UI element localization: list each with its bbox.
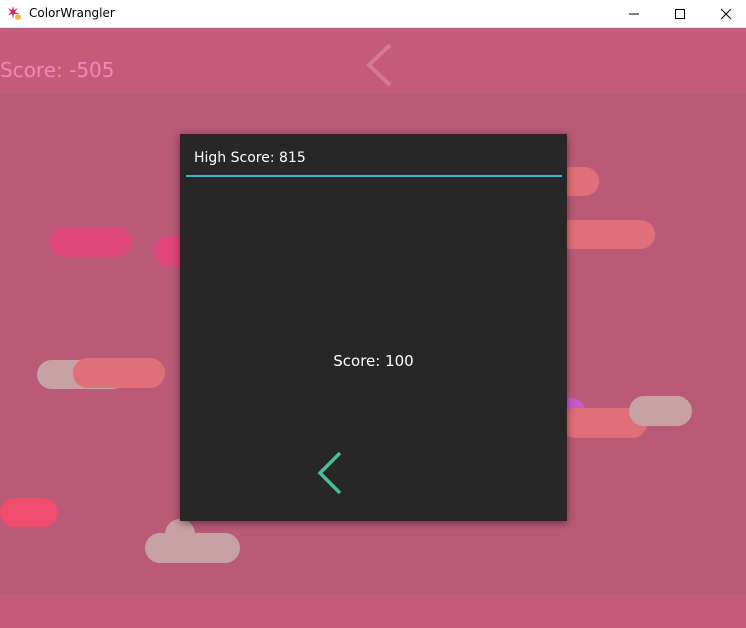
close-button[interactable] (703, 0, 746, 28)
minimize-button[interactable] (611, 0, 657, 28)
close-icon (720, 8, 732, 20)
title-divider (186, 175, 562, 177)
game-over-dialog: High Score: 815 Score: 100 (180, 134, 567, 521)
color-blob[interactable] (0, 498, 58, 527)
final-score: Score: 100 (333, 352, 414, 370)
maximize-button[interactable] (657, 0, 703, 28)
game-canvas[interactable]: Score: -505 High Score: 815 Score: 100 (0, 28, 746, 628)
high-score-label: High Score: 815 (194, 150, 306, 166)
chevron-left-icon (366, 43, 392, 87)
color-blob[interactable] (73, 358, 165, 388)
color-blob[interactable] (555, 220, 655, 249)
dialog-back-button[interactable] (316, 450, 344, 501)
color-blob[interactable] (49, 227, 132, 257)
game-footer-strip (0, 594, 746, 628)
color-blob[interactable] (629, 396, 692, 426)
maximize-icon (675, 9, 685, 19)
window-titlebar: ColorWrangler (0, 0, 746, 28)
app-logo-icon (7, 5, 23, 21)
back-button[interactable] (364, 42, 394, 93)
chevron-left-icon (317, 451, 342, 495)
minimize-icon (629, 13, 639, 15)
color-blob[interactable] (165, 519, 195, 549)
window-title: ColorWrangler (29, 6, 115, 20)
current-score: Score: -505 (0, 58, 115, 82)
